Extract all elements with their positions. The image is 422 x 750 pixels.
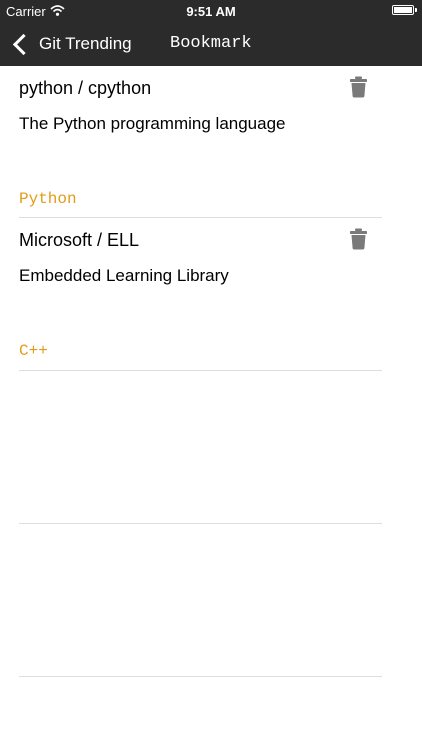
repo-language: C++	[19, 342, 48, 360]
status-bar: Carrier 9:51 AM	[0, 0, 422, 22]
status-time: 9:51 AM	[186, 4, 236, 19]
repo-description: Embedded Learning Library	[19, 266, 229, 285]
header: Carrier 9:51 AM Git Trending Bookmark	[0, 0, 422, 66]
chevron-left-icon	[12, 33, 35, 55]
repo-name[interactable]: python / cpython	[19, 78, 151, 99]
trash-icon[interactable]	[349, 76, 368, 98]
bookmark-item[interactable]: Microsoft / ELL Embedded Learning Librar…	[0, 218, 422, 371]
navigation-bar: Git Trending Bookmark	[0, 22, 422, 66]
row-divider	[19, 676, 382, 677]
trash-icon[interactable]	[349, 228, 368, 250]
back-button[interactable]: Git Trending	[10, 30, 132, 58]
bookmark-item[interactable]: python / cpython The Python programming …	[0, 66, 422, 218]
repo-name[interactable]: Microsoft / ELL	[19, 230, 139, 251]
repo-language: Python	[19, 190, 77, 208]
empty-row	[0, 371, 422, 524]
back-button-label: Git Trending	[39, 34, 132, 53]
battery-icon	[392, 5, 417, 15]
empty-row	[0, 524, 422, 677]
repo-description: The Python programming language	[19, 114, 286, 133]
page-title: Bookmark	[170, 34, 252, 53]
